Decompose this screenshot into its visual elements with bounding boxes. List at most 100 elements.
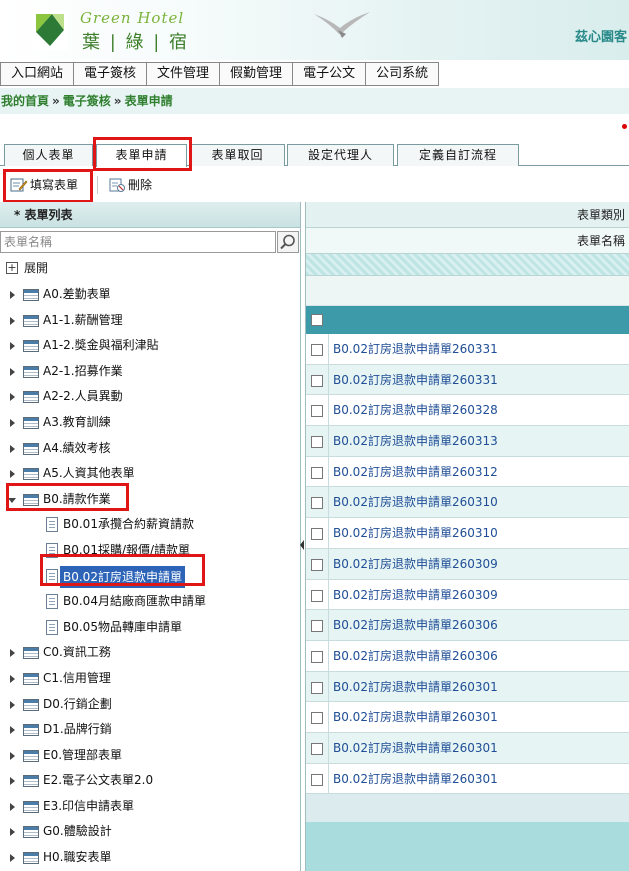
tab-personal-forms[interactable]: 個人表單 <box>4 144 93 166</box>
row-form-name[interactable]: B0.02訂房退款申請單260301 <box>333 733 498 763</box>
tree-item-g0[interactable]: G0.體驗設計 <box>0 819 300 845</box>
search-button[interactable] <box>277 231 299 253</box>
table-row[interactable]: B0.02訂房退款申請單260310 <box>306 487 629 519</box>
tree-item-a0[interactable]: A0.差勤表單 <box>0 282 300 308</box>
tree-item-a2-2[interactable]: A2-2.人員異動 <box>0 384 300 410</box>
tab-set-delegate[interactable]: 設定代理人 <box>287 144 394 166</box>
caret-right-icon[interactable] <box>10 291 15 299</box>
row-form-name[interactable]: B0.02訂房退款申請單260312 <box>333 457 498 487</box>
tree-item-c0[interactable]: C0.資訊工務 <box>0 640 300 666</box>
tree-item-d1[interactable]: D1.品牌行銷 <box>0 717 300 743</box>
row-checkbox[interactable] <box>311 773 323 786</box>
caret-right-icon[interactable] <box>10 444 15 453</box>
tab-form-retrieve[interactable]: 表單取回 <box>190 144 285 166</box>
table-row[interactable]: B0.02訂房退款申請單260331 <box>306 334 629 365</box>
tree-item-e0[interactable]: E0.管理部表單 <box>0 743 300 769</box>
caret-right-icon[interactable] <box>10 418 15 427</box>
menu-portal[interactable]: 入口網站 <box>0 62 74 86</box>
caret-right-icon[interactable] <box>10 700 15 709</box>
tree-item-c1[interactable]: C1.信用管理 <box>0 666 300 692</box>
tree-item-a2-1[interactable]: A2-1.招募作業 <box>0 359 300 385</box>
row-checkbox[interactable] <box>311 374 323 387</box>
tab-form-apply[interactable]: 表單申請 <box>96 144 187 167</box>
tree-item-a4[interactable]: A4.績效考核 <box>0 436 300 462</box>
tree-item-a3[interactable]: A3.教育訓練 <box>0 410 300 436</box>
tree-item-b0-02-refund[interactable]: B0.02訂房退款申請單 <box>0 564 300 590</box>
row-form-name[interactable]: B0.02訂房退款申請單260328 <box>333 395 498 425</box>
row-form-name[interactable]: B0.02訂房退款申請單260301 <box>333 672 498 702</box>
menu-e-official[interactable]: 電子公文 <box>292 62 366 86</box>
row-checkbox[interactable] <box>311 528 323 541</box>
caret-right-icon[interactable] <box>10 828 15 837</box>
tab-custom-flow[interactable]: 定義自訂流程 <box>397 144 519 166</box>
table-row[interactable]: B0.02訂房退款申請單260331 <box>306 364 629 396</box>
tree-item-b0-05-transfer[interactable]: B0.05物品轉庫申請單 <box>0 615 300 641</box>
table-row[interactable]: B0.02訂房退款申請單260301 <box>306 702 629 733</box>
menu-e-sign[interactable]: 電子簽核 <box>73 62 147 86</box>
menu-company-system[interactable]: 公司系統 <box>365 62 440 86</box>
tree-item-a5[interactable]: A5.人資其他表單 <box>0 461 300 487</box>
tree-item-a1-1[interactable]: A1-1.薪酬管理 <box>0 308 300 334</box>
row-form-name[interactable]: B0.02訂房退款申請單260313 <box>333 426 498 456</box>
row-checkbox[interactable] <box>311 650 323 663</box>
row-checkbox[interactable] <box>311 497 323 510</box>
caret-right-icon[interactable] <box>10 316 15 325</box>
caret-right-icon[interactable] <box>10 777 15 786</box>
row-form-name[interactable]: B0.02訂房退款申請單260306 <box>333 610 498 640</box>
row-form-name[interactable]: B0.02訂房退款申請單260301 <box>333 702 498 732</box>
caret-right-icon[interactable] <box>10 854 15 863</box>
caret-right-icon[interactable] <box>10 674 15 683</box>
tree-item-e3[interactable]: E3.印信申請表單 <box>0 794 300 820</box>
row-form-name[interactable]: B0.02訂房退款申請單260309 <box>333 580 498 610</box>
table-row[interactable]: B0.02訂房退款申請單260301 <box>306 763 629 795</box>
breadcrumb-home[interactable]: 我的首頁 <box>1 94 49 108</box>
caret-right-icon[interactable] <box>10 802 15 811</box>
tree-item-e2[interactable]: E2.電子公文表單2.0 <box>0 768 300 794</box>
tree-item-b0-04-remittance[interactable]: B0.04月結廠商匯款申請單 <box>0 589 300 615</box>
row-form-name[interactable]: B0.02訂房退款申請單260310 <box>333 518 498 548</box>
tree-item-h0[interactable]: H0.職安表單 <box>0 845 300 871</box>
row-form-name[interactable]: B0.02訂房退款申請單260331 <box>333 365 498 395</box>
row-checkbox[interactable] <box>311 742 323 755</box>
table-row[interactable]: B0.02訂房退款申請單260312 <box>306 456 629 488</box>
row-form-name[interactable]: B0.02訂房退款申請單260301 <box>333 764 498 794</box>
select-all-checkbox[interactable] <box>311 314 323 326</box>
caret-right-icon[interactable] <box>10 751 15 760</box>
caret-right-icon[interactable] <box>10 649 15 658</box>
caret-right-icon[interactable] <box>10 367 15 376</box>
caret-right-icon[interactable] <box>10 470 15 479</box>
form-name-search-input[interactable] <box>0 231 276 253</box>
breadcrumb-e-sign[interactable]: 電子簽核 <box>63 94 111 108</box>
caret-right-icon[interactable] <box>10 726 15 735</box>
tree-item-b0-01-contract[interactable]: B0.01承攬合約薪資請款 <box>0 512 300 538</box>
caret-down-icon[interactable] <box>8 497 16 503</box>
table-row[interactable]: B0.02訂房退款申請單260306 <box>306 640 629 672</box>
menu-documents[interactable]: 文件管理 <box>146 62 220 86</box>
row-checkbox[interactable] <box>311 344 323 356</box>
tree-item-b0-01-purchase[interactable]: B0.01採購/報價/請款單 <box>0 538 300 564</box>
row-checkbox[interactable] <box>311 681 323 694</box>
table-row[interactable]: B0.02訂房退款申請單260313 <box>306 426 629 457</box>
table-row[interactable]: B0.02訂房退款申請單260301 <box>306 732 629 764</box>
table-row[interactable]: B0.02訂房退款申請單260310 <box>306 518 629 549</box>
table-row[interactable]: B0.02訂房退款申請單260309 <box>306 548 629 580</box>
menu-attendance[interactable]: 假勤管理 <box>219 62 293 86</box>
row-form-name[interactable]: B0.02訂房退款申請單260310 <box>333 487 498 517</box>
row-form-name[interactable]: B0.02訂房退款申請單260306 <box>333 641 498 671</box>
expand-all-button[interactable]: + 展開 <box>0 256 300 282</box>
tree-item-a1-2[interactable]: A1-2.獎金與福利津貼 <box>0 333 300 359</box>
row-checkbox[interactable] <box>311 589 323 602</box>
caret-right-icon[interactable] <box>10 342 15 351</box>
table-row[interactable]: B0.02訂房退款申請單260301 <box>306 671 629 703</box>
tree-item-b0[interactable]: B0.請款作業 <box>0 487 300 513</box>
row-checkbox[interactable] <box>311 405 323 418</box>
row-checkbox[interactable] <box>311 712 323 725</box>
row-checkbox[interactable] <box>311 558 323 571</box>
table-row[interactable]: B0.02訂房退款申請單260306 <box>306 610 629 641</box>
fill-form-button[interactable]: 填寫表單 <box>10 174 78 196</box>
caret-right-icon[interactable] <box>10 393 15 402</box>
delete-button[interactable]: 刪除 <box>108 174 152 196</box>
row-checkbox[interactable] <box>311 436 323 449</box>
row-form-name[interactable]: B0.02訂房退款申請單260309 <box>333 549 498 579</box>
tree-item-d0[interactable]: D0.行銷企劃 <box>0 692 300 718</box>
